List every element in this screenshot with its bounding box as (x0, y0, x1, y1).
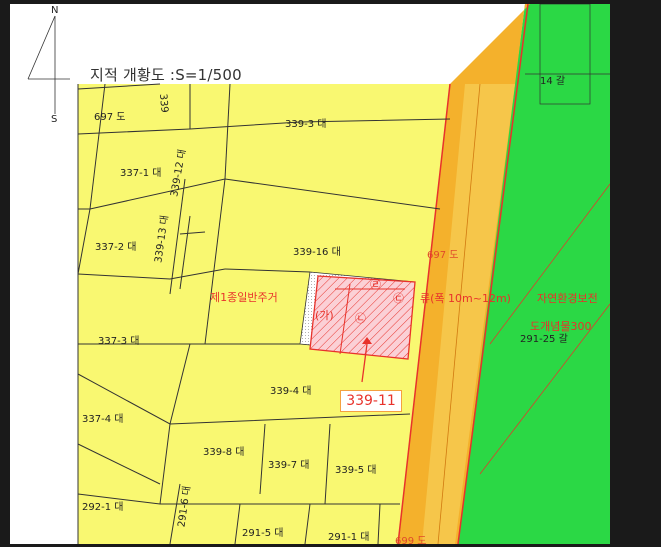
label-697-road: 697 도 (427, 250, 458, 261)
marker-da: ㉢ (393, 292, 404, 305)
label-top-right: 14 갈 (540, 74, 565, 87)
cadastral-map: N S 697 도 339 339-3 대 337-1 대 339-12 대 3… (10, 4, 610, 544)
zone-park: 도개념물300 (530, 320, 591, 333)
label-339-8: 339-8 대 (203, 446, 244, 458)
marker-ra: ㉣ (370, 278, 381, 291)
zone-natural: 자연환경보전 (537, 292, 598, 305)
map-title: 지적 개황도 :S=1/500 (90, 66, 242, 84)
zone-road: 류(폭 10m~12m) (420, 292, 511, 305)
map-viewport[interactable]: N S 697 도 339 339-3 대 337-1 대 339-12 대 3… (10, 4, 610, 544)
marker-ga: (가) (315, 309, 334, 322)
label-337-1: 337-1 대 (120, 167, 161, 179)
label-292-1: 292-1 대 (82, 501, 123, 513)
zone-residential: 제1종일반주거 (210, 290, 278, 304)
label-699: 699 도 (395, 536, 426, 544)
label-339-3: 339-3 대 (285, 118, 326, 130)
label-337-3: 337-3 대 (98, 335, 139, 347)
compass-north: N (51, 5, 58, 16)
right-black-strip (610, 4, 661, 544)
label-337-2: 337-2 대 (95, 241, 136, 253)
label-339: 339 (157, 93, 170, 113)
parcel-callout[interactable]: 339-11 (340, 390, 402, 412)
label-697: 697 도 (94, 112, 125, 123)
label-339-5: 339-5 대 (335, 464, 376, 476)
compass-south: S (51, 114, 57, 125)
label-291-25: 291-25 갈 (520, 332, 568, 345)
label-339-4: 339-4 대 (270, 385, 311, 397)
label-291-5: 291-5 대 (242, 527, 283, 539)
label-291-1: 291-1 대 (328, 531, 369, 543)
marker-na: ㉡ (355, 312, 366, 325)
label-337-4: 337-4 대 (82, 413, 123, 425)
label-339-7: 339-7 대 (268, 459, 309, 471)
label-339-16: 339-16 대 (293, 246, 341, 258)
